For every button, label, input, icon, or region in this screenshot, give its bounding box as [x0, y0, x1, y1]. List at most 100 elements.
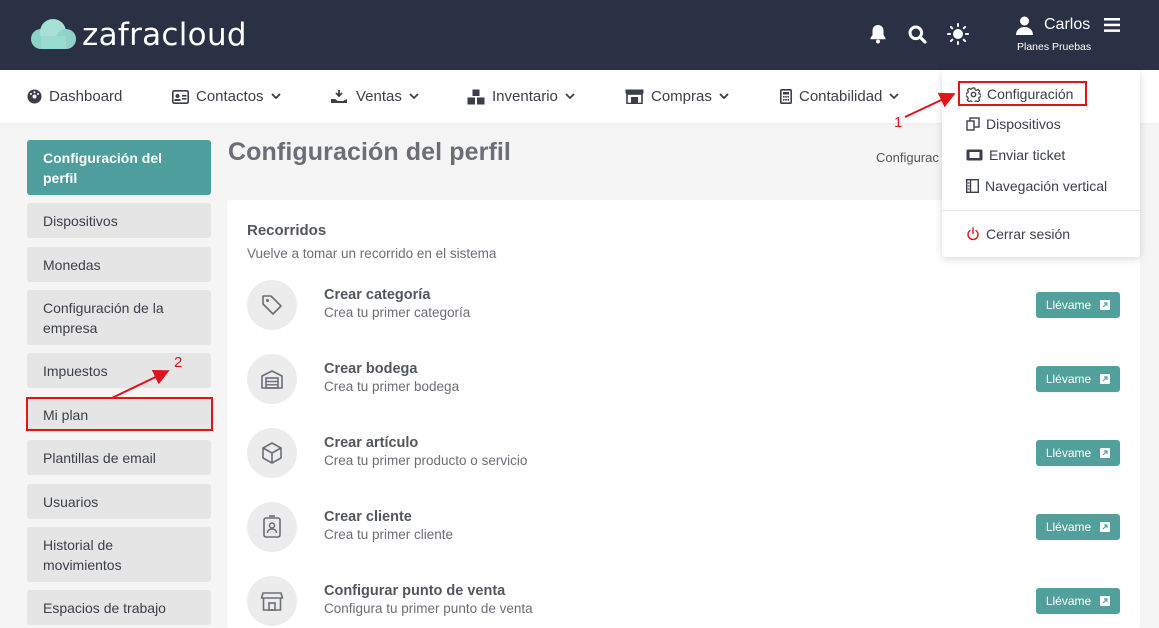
dropdown-item-dispositivos[interactable]: Dispositivos [966, 114, 1061, 134]
sidebar-item-perfil[interactable]: Configuración del perfil [27, 140, 211, 195]
external-link-icon [1100, 374, 1111, 384]
tours-title: Recorridos [247, 222, 327, 239]
devices-icon [966, 117, 980, 131]
logo-text: zafracloud [82, 17, 247, 53]
sidebar-item-espacios[interactable]: Espacios de trabajo [27, 590, 211, 625]
sidebar-item-plantillas[interactable]: Plantillas de email [27, 440, 211, 475]
chevron-down-icon [889, 93, 900, 100]
sidebar-item-label: Espacios de trabajo [43, 599, 166, 616]
go-button[interactable]: Llévame [1036, 292, 1120, 318]
sidebar-item-label: Plantillas de email [43, 449, 156, 466]
tour-title: Configurar punto de venta [324, 583, 506, 599]
chevron-down-icon [409, 93, 419, 100]
breadcrumb[interactable]: Configurac [876, 150, 939, 165]
chevron-down-icon [719, 93, 729, 100]
nav-label: Inventario [492, 88, 558, 105]
top-header: zafracloud Carlos Planes Pruebas [0, 0, 1159, 70]
tours-card: Recorridos Vuelve a tomar un recorrido e… [227, 200, 1140, 628]
dashboard-icon [27, 89, 42, 104]
sidebar-item-usuarios[interactable]: Usuarios [27, 484, 211, 519]
nav-label: Contabilidad [799, 88, 883, 105]
calculator-icon [780, 89, 792, 104]
box-icon [247, 428, 297, 478]
highlight-mi-plan [26, 397, 213, 431]
sidebar-item-label: Historial de movimientos [43, 536, 122, 573]
external-link-icon [1100, 448, 1111, 458]
sidebar-item-label: Usuarios [43, 493, 99, 510]
search-icon[interactable] [905, 22, 929, 46]
sidebar-item-dispositivos[interactable]: Dispositivos [27, 203, 211, 238]
annotation-step-2: 2 [174, 354, 183, 371]
tour-row: Crear categoría Crea tu primer categoría… [227, 280, 1140, 332]
chevron-down-icon [565, 93, 575, 100]
inventory-icon [467, 89, 485, 104]
nav-contactos[interactable]: Contactos [172, 70, 281, 123]
tour-title: Crear artículo [324, 435, 419, 451]
go-button-label: Llévame [1045, 520, 1092, 534]
shop-icon [247, 576, 297, 626]
chevron-down-icon [270, 93, 281, 100]
go-button-label: Llévame [1045, 298, 1092, 312]
tour-row: Configurar punto de venta Configura tu p… [227, 576, 1140, 628]
tour-desc: Crea tu primer cliente [324, 527, 454, 542]
sidebar-item-label: Impuestos [43, 362, 108, 379]
user-icon [1016, 16, 1033, 35]
user-name: Carlos [1044, 16, 1091, 33]
user-menu[interactable]: Carlos Planes Pruebas [1016, 14, 1126, 58]
user-plan: Planes Pruebas [1017, 41, 1092, 53]
nav-compras[interactable]: Compras [625, 70, 729, 123]
nav-label: Dashboard [49, 88, 123, 105]
dropdown-item-cerrar-sesion[interactable]: Cerrar sesión [966, 224, 1070, 244]
sidebar-item-label: Configuración de la empresa [43, 299, 164, 336]
sales-icon [331, 89, 347, 103]
tour-title: Crear categoría [324, 287, 431, 303]
tour-desc: Crea tu primer producto o servicio [324, 453, 528, 468]
go-button[interactable]: Llévame [1036, 588, 1120, 614]
dropdown-item-navegacion-vertical[interactable]: Navegación vertical [966, 176, 1107, 196]
nav-ventas[interactable]: Ventas [330, 70, 419, 123]
highlight-configuracion [958, 81, 1087, 106]
go-button[interactable]: Llévame [1036, 514, 1120, 540]
sun-icon[interactable] [946, 22, 970, 46]
annotation-step-1: 1 [894, 114, 903, 131]
sidebar-item-label: Monedas [43, 256, 101, 273]
dropdown-divider [942, 210, 1140, 211]
nav-contabilidad[interactable]: Contabilidad [780, 70, 900, 123]
sidebar-item-monedas[interactable]: Monedas [27, 247, 211, 282]
go-button[interactable]: Llévame [1036, 366, 1120, 392]
external-link-icon [1100, 596, 1111, 606]
external-link-icon [1100, 522, 1111, 532]
sidebar-item-empresa[interactable]: Configuración de la empresa [27, 290, 211, 345]
tour-title: Crear bodega [324, 361, 418, 377]
nav-label: Contactos [196, 88, 264, 105]
dropdown-item-label: Enviar ticket [989, 147, 1066, 163]
contact-card-icon [247, 502, 297, 552]
dropdown-item-label: Cerrar sesión [986, 226, 1071, 242]
tour-row: Crear cliente Crea tu primer cliente Llé… [227, 502, 1140, 554]
tour-desc: Crea tu primer categoría [324, 305, 471, 320]
nav-label: Ventas [356, 88, 402, 105]
go-button-label: Llévame [1045, 372, 1092, 386]
tour-row: Crear artículo Crea tu primer producto o… [227, 428, 1140, 480]
sidebar-item-label: Dispositivos [43, 212, 118, 229]
external-link-icon [1100, 300, 1111, 310]
store-icon [625, 89, 644, 104]
sidebar-item-historial[interactable]: Historial de movimientos [27, 527, 211, 582]
page-title: Configuración del perfil [228, 138, 511, 166]
sidebar-item-impuestos[interactable]: Impuestos [27, 353, 211, 388]
ticket-icon [966, 149, 983, 161]
dropdown-item-enviar-ticket[interactable]: Enviar ticket [966, 145, 1065, 165]
app-logo[interactable]: zafracloud [28, 16, 247, 54]
sidebar-layout-icon [966, 179, 979, 193]
nav-dashboard[interactable]: Dashboard [27, 70, 122, 123]
nav-inventario[interactable]: Inventario [467, 70, 575, 123]
menu-icon[interactable] [1104, 18, 1120, 32]
contacts-icon [172, 89, 189, 104]
bell-icon[interactable] [866, 22, 890, 46]
go-button[interactable]: Llévame [1036, 440, 1120, 466]
sidebar-item-label: Configuración del perfil [43, 149, 162, 186]
tour-desc: Configura tu primer punto de venta [324, 601, 533, 616]
tours-subtitle: Vuelve a tomar un recorrido en el sistem… [247, 246, 497, 261]
dropdown-item-label: Navegación vertical [985, 178, 1108, 194]
cloud-logo-icon [31, 19, 76, 49]
